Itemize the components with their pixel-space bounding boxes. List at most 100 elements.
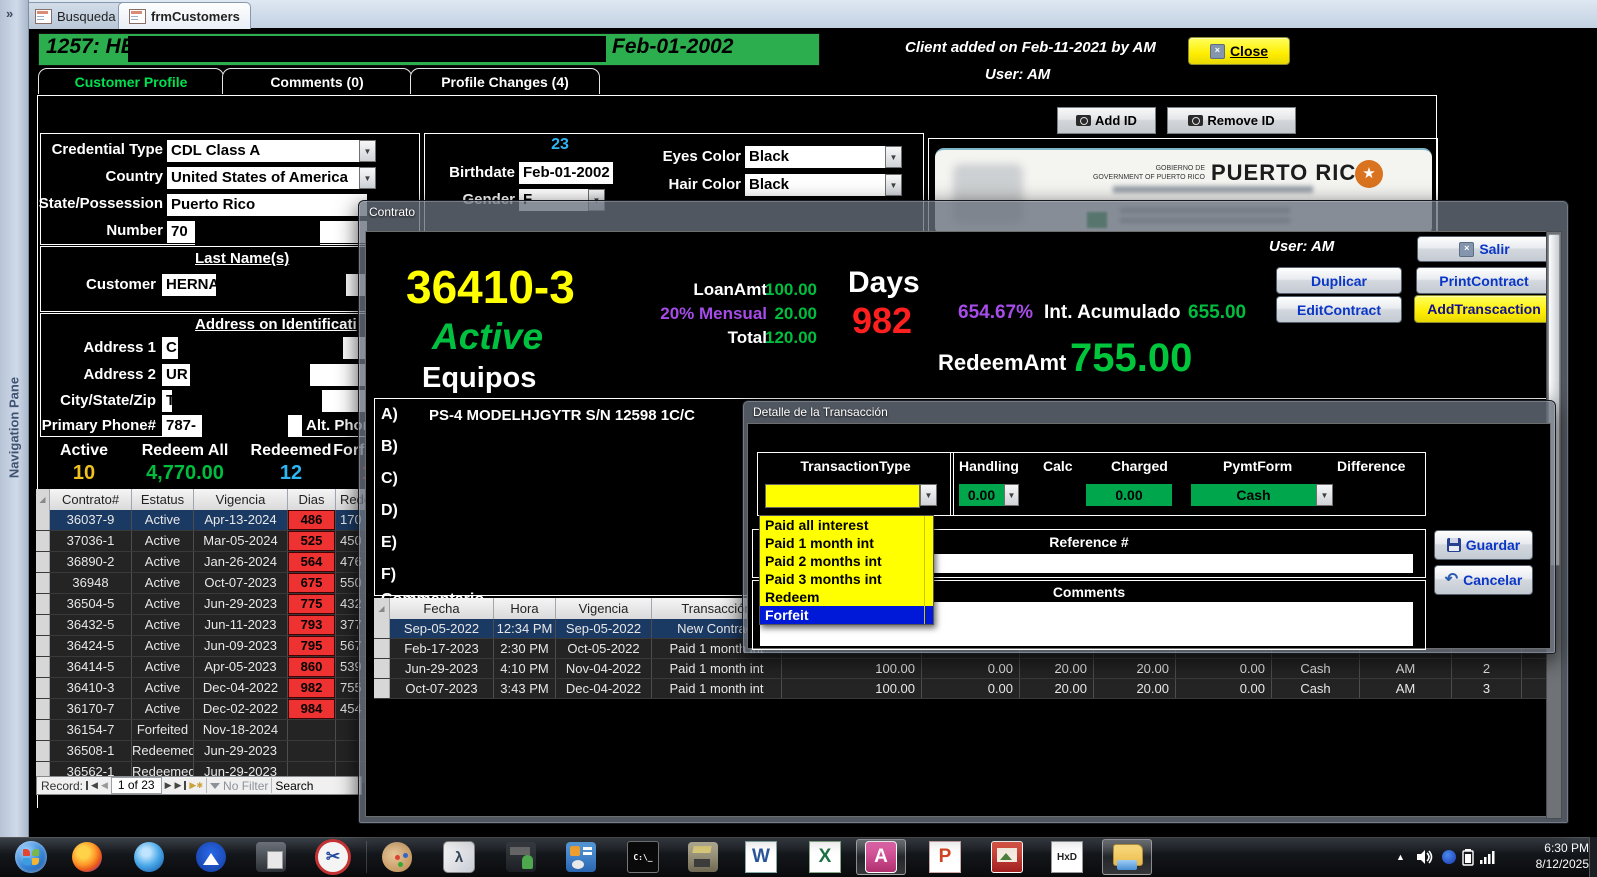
editcontract-button[interactable]: EditContract	[1276, 296, 1402, 323]
country-field[interactable]: United States of America	[167, 167, 367, 189]
credential-type-field[interactable]: CDL Class A	[167, 140, 367, 162]
tab-busqueda[interactable]: Busqueda	[24, 2, 127, 29]
cell-vigencia[interactable]: Jan-26-2024	[194, 552, 288, 572]
row-selector[interactable]	[36, 636, 50, 656]
row-selector[interactable]	[36, 741, 50, 761]
cell-vigencia[interactable]: Oct-05-2022	[556, 639, 652, 658]
cell-estatus[interactable]: Active	[132, 657, 194, 677]
cell-hora[interactable]: 2:30 PM	[494, 639, 556, 658]
hxd-icon[interactable]: HxD	[1042, 839, 1092, 875]
prev-record-icon[interactable]: ◀	[101, 780, 108, 791]
cell-contrato[interactable]: 36432-5	[50, 615, 132, 635]
new-record-icon[interactable]: ▶✱	[189, 780, 203, 791]
cell-estatus[interactable]: Redeemed	[132, 741, 194, 761]
cell-contrato[interactable]: 36410-3	[50, 678, 132, 698]
cell-pymtform[interactable]: Cash	[1272, 659, 1360, 678]
cell-contrato[interactable]: 36948	[50, 573, 132, 593]
cell-vigencia[interactable]: Jun-11-2023	[194, 615, 288, 635]
cell-amount5[interactable]: 0.00	[1176, 659, 1272, 678]
cmd-icon[interactable]: C:\_	[618, 839, 668, 875]
thunderbird-icon[interactable]	[124, 839, 174, 875]
salir-button[interactable]: × Salir	[1417, 236, 1552, 262]
cell-amount3[interactable]: 20.00	[1020, 659, 1094, 678]
cell-contrato[interactable]: 36508-1	[50, 741, 132, 761]
first-record-icon[interactable]: ◀	[91, 780, 98, 791]
cell-estatus[interactable]: Active	[132, 552, 194, 572]
detalle-dialog[interactable]: Detalle de la Transacción TransactionTyp…	[742, 400, 1556, 654]
no-filter-label[interactable]: No Filter	[223, 779, 268, 793]
cell-hora[interactable]: 3:43 PM	[494, 679, 556, 698]
last-record-icon[interactable]: ▶	[175, 780, 182, 791]
cell-hora[interactable]: 4:10 PM	[494, 659, 556, 678]
row-selector[interactable]	[36, 615, 50, 635]
navigation-pane-strip[interactable]: » Navigation Pane	[0, 0, 29, 837]
cell-contrato[interactable]: 36414-5	[50, 657, 132, 677]
col-estatus[interactable]: Estatus	[132, 489, 194, 510]
cell-estatus[interactable]: Active	[132, 594, 194, 614]
cell-amount1[interactable]: 100.00	[782, 679, 922, 698]
dropdown-option[interactable]: Forfeit	[760, 606, 933, 624]
cell-user[interactable]: AM	[1360, 659, 1452, 678]
show-desktop-button[interactable]	[1589, 837, 1597, 877]
col-fecha[interactable]: Fecha	[390, 598, 494, 619]
cell-dias[interactable]: 982	[288, 678, 336, 698]
chevron-down-icon[interactable]: ▼	[1316, 484, 1333, 506]
row-selector[interactable]	[374, 619, 390, 638]
next-record-icon[interactable]: ▶	[165, 780, 172, 791]
cell-vigencia[interactable]: Nov-18-2024	[194, 720, 288, 740]
cell-estatus[interactable]: Active	[132, 510, 194, 530]
cell-contrato[interactable]: 36170-7	[50, 699, 132, 719]
control-panel-icon[interactable]	[556, 839, 606, 875]
chevron-down-icon[interactable]: ▼	[885, 146, 902, 168]
shutter-bar-icon[interactable]: »	[6, 6, 13, 21]
cell-vigencia[interactable]: Sep-05-2022	[556, 619, 652, 638]
cell-estatus[interactable]: Active	[132, 699, 194, 719]
tray-expand-icon[interactable]: ▲	[1396, 852, 1405, 862]
pymtform-combo[interactable]: Cash ▼	[1191, 484, 1333, 506]
access-icon[interactable]: A	[856, 839, 906, 875]
cell-dias[interactable]: 795	[288, 636, 336, 656]
cell-amount5[interactable]: 0.00	[1176, 679, 1272, 698]
cancelar-button[interactable]: ↶ Cancelar	[1434, 565, 1533, 595]
cell-dias[interactable]: 984	[288, 699, 336, 719]
cell-vigencia[interactable]: Mar-05-2024	[194, 531, 288, 551]
addtransaction-button[interactable]: AddTranscaction	[1414, 295, 1554, 323]
volume-icon[interactable]	[1416, 849, 1434, 870]
last-record-icon[interactable]	[184, 781, 187, 790]
cell-dias[interactable]: 486	[288, 510, 336, 530]
cell-hora[interactable]: 12:34 PM	[494, 619, 556, 638]
explorer-icon[interactable]	[1102, 839, 1152, 875]
birthdate-field[interactable]: Feb-01-2002	[519, 162, 613, 184]
cell-dias[interactable]: 793	[288, 615, 336, 635]
dice-icon[interactable]: λ	[434, 839, 484, 875]
col-vigencia[interactable]: Vigencia	[194, 489, 288, 510]
cell-dias[interactable]	[288, 741, 336, 761]
cell-contrato[interactable]: 36890-2	[50, 552, 132, 572]
cell-fecha[interactable]: Jun-29-2023	[390, 659, 494, 678]
cell-estatus[interactable]: Active	[132, 636, 194, 656]
nordvpn-tray-icon[interactable]	[1442, 850, 1456, 864]
cell-vigencia[interactable]: Jun-09-2023	[194, 636, 288, 656]
scanner-icon[interactable]	[246, 839, 296, 875]
col-dias[interactable]: Dias	[288, 489, 336, 510]
cell-estatus[interactable]: Active	[132, 678, 194, 698]
select-all-icon[interactable]: ◢	[36, 489, 50, 510]
cell-dias[interactable]: 564	[288, 552, 336, 572]
cell-amount2[interactable]: 0.00	[922, 679, 1020, 698]
dropdown-option[interactable]: Paid all interest	[760, 516, 933, 534]
cell-contrato[interactable]: 36424-5	[50, 636, 132, 656]
cell-vigencia[interactable]: Oct-07-2023	[194, 573, 288, 593]
cell-dias[interactable]: 775	[288, 594, 336, 614]
cell-dias[interactable]: 675	[288, 573, 336, 593]
row-selector[interactable]	[36, 573, 50, 593]
picture-manager-icon[interactable]	[982, 839, 1032, 875]
table-row[interactable]: Oct-07-2023 3:43 PM Dec-04-2022 Paid 1 m…	[374, 679, 1550, 699]
state-field[interactable]: Puerto Rico	[167, 194, 367, 216]
start-button[interactable]	[6, 839, 56, 875]
cell-count[interactable]: 2	[1452, 659, 1522, 678]
row-selector[interactable]	[374, 679, 390, 698]
cell-vigencia[interactable]: Dec-04-2022	[556, 679, 652, 698]
clock[interactable]: 6:30 PM 8/12/2025	[1536, 840, 1589, 872]
cell-fecha[interactable]: Oct-07-2023	[390, 679, 494, 698]
eyes-color-field[interactable]: Black	[745, 146, 893, 168]
